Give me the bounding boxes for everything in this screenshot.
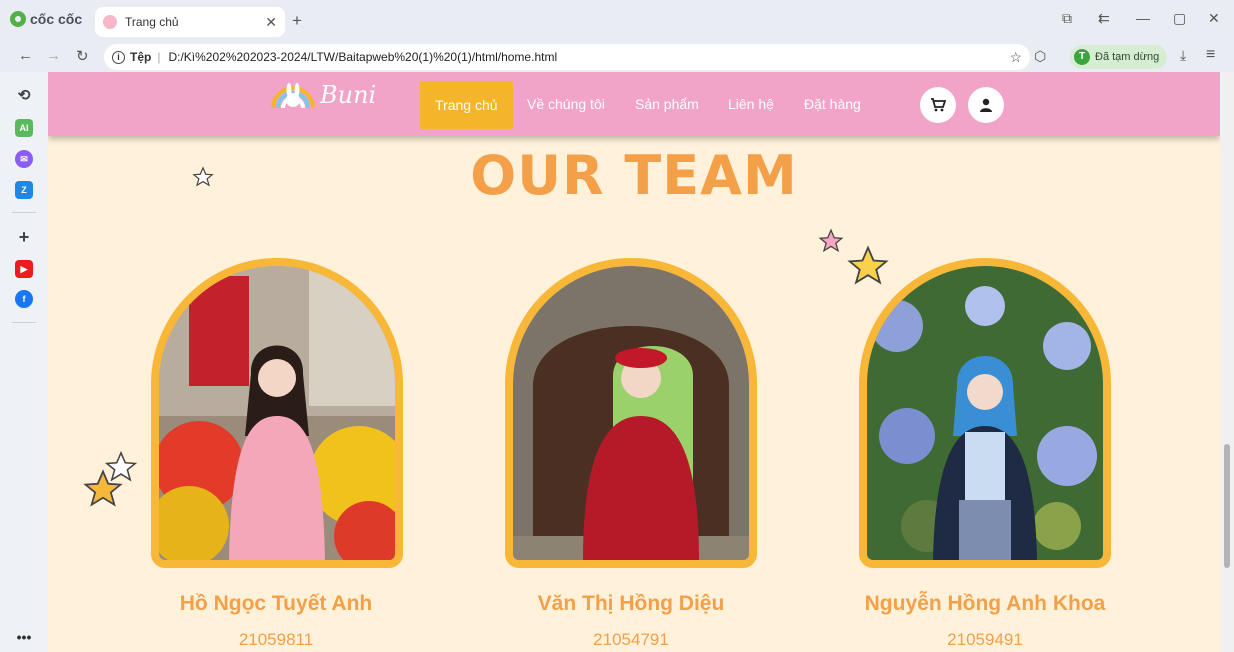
nav-home[interactable]: Trang chủ [420,81,513,129]
rainbow-bunny-icon [271,83,315,109]
member-photo-frame [151,258,403,568]
browser-brand[interactable]: cốc cốc [10,11,82,27]
forward-icon[interactable]: → [46,47,61,64]
omnibox-separator: | [157,50,161,64]
browser-menu-icon[interactable]: ≡ [1206,46,1215,64]
info-icon[interactable]: i [112,50,125,64]
bookmark-star-icon[interactable]: ☆ [1009,49,1022,66]
facebook-icon[interactable]: f [15,290,33,308]
address-bar[interactable]: i Tệp | D:/Kì%202%202023-2024/LTW/Baitap… [104,44,1030,70]
file-label: Tệp [130,50,152,64]
url-text[interactable]: D:/Kì%202%202023-2024/LTW/Baitapweb%20(1… [168,50,1009,64]
more-icon[interactable]: ••• [15,628,33,646]
scrollbar-thumb[interactable] [1224,444,1230,568]
address-bar-row: ← → ↻ i Tệp | D:/Kì%202%202023-2024/LTW/… [0,42,1234,72]
messenger-icon[interactable]: ✉ [15,150,33,168]
reload-icon[interactable]: ↻ [76,47,89,65]
nav-order[interactable]: Đặt hàng [804,72,861,136]
tab-close-icon[interactable]: ✕ [265,14,277,31]
web-page: Buni Trang chủ Về chúng tôi Sản phẩm Liê… [48,72,1220,652]
restore-icon[interactable]: ▢ [1173,10,1186,27]
new-tab-icon[interactable]: + [292,11,302,31]
cart-button[interactable] [920,87,956,123]
screen-capture-icon[interactable]: ⧉ [1062,10,1072,27]
browser-sidebar: ⟲ AI ✉ Z + ▶ f ••• [0,72,48,652]
download-icon[interactable]: ⤓ [1180,47,1186,64]
user-icon [980,98,992,112]
member-id: 21059491 [947,630,1023,649]
browser-tab-active[interactable]: Trang chủ ✕ [95,7,285,37]
nav-products[interactable]: Sản phẩm [635,72,699,136]
member-photo-1 [159,266,395,560]
member-id: 21054791 [593,630,669,649]
browser-brand-name: cốc cốc [30,11,83,27]
sidebar-divider [12,322,36,323]
extensions-icon[interactable]: ⬡ [1034,48,1046,65]
cart-icon [931,98,946,112]
browser-tab-bar: cốc cốc Trang chủ ✕ + ⧉ ⇇ — ▢ ✕ [0,0,1234,42]
sidebar-divider [12,212,36,213]
member-name: Nguyễn Hồng Anh Khoa [864,592,1106,615]
minimize-icon[interactable]: — [1136,10,1150,26]
ai-assistant-icon[interactable]: AI [15,119,33,137]
history-icon[interactable]: ⟲ [15,86,33,104]
zalo-icon[interactable]: Z [15,181,33,199]
tab-title: Trang chủ [125,15,179,29]
profile-avatar: T [1074,49,1090,65]
close-window-icon[interactable]: ✕ [1208,10,1220,27]
member-id: 21059811 [238,630,314,649]
youtube-icon[interactable]: ▶ [15,260,33,278]
site-logo[interactable]: Buni [270,80,376,110]
member-name: Hồ Ngọc Tuyết Anh [179,592,373,615]
member-photo-frame [859,258,1111,568]
tab-search-icon[interactable]: ⇇ [1098,10,1110,27]
member-photo-3 [867,266,1103,560]
bunny-favicon-icon [103,15,117,29]
coccoc-logo-icon [10,11,26,27]
member-photo-2 [513,266,749,560]
member-name: Văn Thị Hồng Diệu [537,592,725,615]
star-pink-icon [818,228,844,253]
site-navbar: Buni Trang chủ Về chúng tôi Sản phẩm Liê… [48,72,1220,136]
back-icon[interactable]: ← [18,47,33,64]
nav-about[interactable]: Về chúng tôi [527,72,605,136]
member-photo-frame [505,258,757,568]
add-shortcut-icon[interactable]: + [15,227,33,247]
profile-status: Đã tạm dừng [1095,51,1160,63]
page-scrollbar[interactable] [1220,72,1234,652]
user-account-button[interactable] [968,87,1004,123]
nav-contact[interactable]: Liên hệ [728,72,774,136]
our-team-heading: OUR TEAM [470,144,798,207]
profile-button[interactable]: T Đã tạm dừng [1070,45,1168,69]
logo-text: Buni [320,81,377,109]
star-outline-icon [192,166,214,187]
star-gold-icon [83,469,123,507]
